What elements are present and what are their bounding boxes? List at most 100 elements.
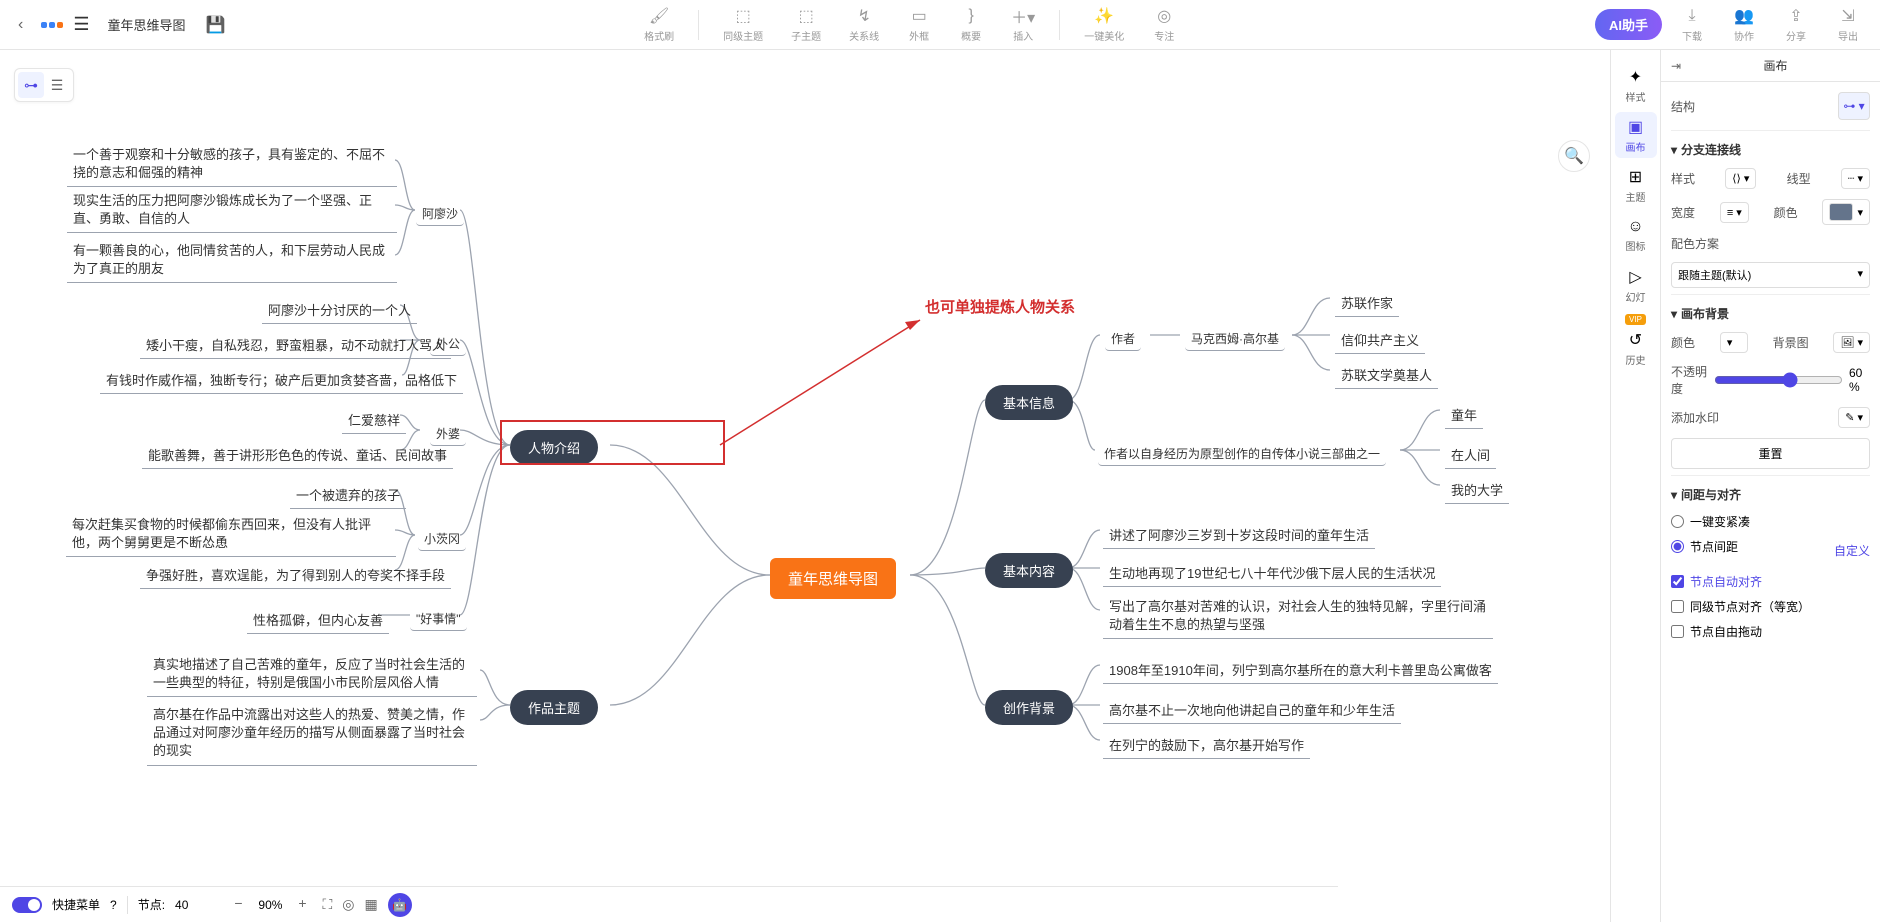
help-icon[interactable]: ? bbox=[110, 898, 117, 912]
leaf-node[interactable]: 阿廖沙十分讨厌的一个人 bbox=[262, 296, 417, 324]
bg-color-selector[interactable]: ▾ bbox=[1720, 332, 1748, 353]
side-tabs: ✦样式 ▣画布 ⊞主题 ☺图标 ▷幻灯 VIP ↺历史 bbox=[1610, 50, 1660, 922]
leaf-node[interactable]: 一个被遗弃的孩子 bbox=[290, 481, 406, 509]
tab-icons[interactable]: ☺图标 bbox=[1615, 212, 1657, 258]
fit-screen-icon[interactable]: ⛶ bbox=[322, 896, 332, 913]
sub-haoshiqing[interactable]: "好事情" bbox=[410, 607, 467, 631]
panel-title: 画布 bbox=[1681, 57, 1870, 74]
peer-topic-button[interactable]: ⬚同级主题 bbox=[713, 2, 773, 47]
zoom-in-button[interactable]: + bbox=[292, 895, 312, 915]
leaf-node[interactable]: 性格孤僻，但内心友善 bbox=[247, 606, 389, 634]
branch-background[interactable]: 创作背景 bbox=[985, 690, 1073, 725]
leaf-node[interactable]: 每次赶集买食物的时候都偷东西回来，但没有人批评他，两个舅舅更是不断怂恿 bbox=[66, 512, 396, 557]
summary-button[interactable]: }概要 bbox=[949, 2, 993, 47]
menu-button[interactable]: ☰ bbox=[73, 14, 89, 35]
leaf-node[interactable]: 在人间 bbox=[1445, 441, 1496, 469]
spacing-section-title[interactable]: ▾ 间距与对齐 bbox=[1671, 486, 1870, 503]
color-scheme-select[interactable]: 跟随主题(默认)▾ bbox=[1671, 262, 1870, 288]
leaf-node[interactable]: 写出了高尔基对苦难的认识，对社会人生的独特见解，字里行间涌动着生生不息的热望与坚… bbox=[1103, 594, 1493, 639]
leaf-node[interactable]: 现实生活的压力把阿廖沙锻炼成长为了一个坚强、正直、勇敢、自信的人 bbox=[67, 188, 397, 233]
back-button[interactable]: ‹ bbox=[10, 12, 31, 38]
leaf-node[interactable]: 苏联作家 bbox=[1335, 289, 1399, 317]
document-title[interactable]: 童年思维导图 bbox=[107, 15, 185, 34]
leaf-node[interactable]: 童年 bbox=[1445, 401, 1483, 429]
sub-trilogy[interactable]: 作者以自身经历为原型创作的自传体小说三部曲之一 bbox=[1098, 442, 1386, 466]
branch-content[interactable]: 基本内容 bbox=[985, 553, 1073, 588]
locate-icon[interactable]: ◎ bbox=[342, 896, 354, 913]
leaf-node[interactable]: 讲述了阿廖沙三岁到十岁这段时间的童年生活 bbox=[1103, 521, 1375, 549]
collapse-panel-icon[interactable]: ⇥ bbox=[1671, 59, 1681, 73]
leaf-node[interactable]: 信仰共产主义 bbox=[1335, 326, 1425, 354]
leaf-node[interactable]: 一个善于观察和十分敏感的孩子，具有鉴定的、不屈不挠的意志和倔强的精神 bbox=[67, 142, 397, 187]
custom-spacing-link[interactable]: 自定义 bbox=[1834, 542, 1870, 559]
leaf-node[interactable]: 1908年至1910年间，列宁到高尔基所在的意大利卡普里岛公寓做客 bbox=[1103, 656, 1498, 684]
watermark-selector[interactable]: ✎ ▾ bbox=[1838, 407, 1870, 428]
child-topic-button[interactable]: ⬚子主题 bbox=[781, 2, 831, 47]
sub-xiaocigang[interactable]: 小茨冈 bbox=[418, 527, 466, 551]
format-painter-button[interactable]: 🖌格式刷 bbox=[634, 2, 684, 47]
tab-canvas[interactable]: ▣画布 bbox=[1615, 112, 1657, 158]
free-drag-check[interactable]: 节点自由拖动 bbox=[1671, 623, 1870, 640]
tab-theme[interactable]: ⊞主题 bbox=[1615, 162, 1657, 208]
line-style-selector[interactable]: ⟨⟩ ▾ bbox=[1725, 168, 1756, 189]
sub-author[interactable]: 作者 bbox=[1105, 327, 1141, 351]
branch-basic-info[interactable]: 基本信息 bbox=[985, 385, 1073, 420]
leaf-node[interactable]: 在列宁的鼓励下，高尔基开始写作 bbox=[1103, 731, 1310, 759]
branch-character-intro[interactable]: 人物介绍 bbox=[510, 430, 598, 465]
export-button[interactable]: ⇲导出 bbox=[1826, 2, 1870, 47]
peer-align-check[interactable]: 同级节点对齐（等宽） bbox=[1671, 598, 1870, 615]
relation-button[interactable]: ↯关系线 bbox=[839, 2, 889, 47]
node-spacing-radio[interactable]: 节点间距 bbox=[1671, 538, 1738, 555]
auto-align-check[interactable]: 节点自动对齐 bbox=[1671, 573, 1870, 590]
structure-selector[interactable]: ⊶ ▾ bbox=[1838, 92, 1870, 120]
annotation-text: 也可单独提炼人物关系 bbox=[925, 296, 1075, 317]
bg-image-selector[interactable]: 🖼 ▾ bbox=[1833, 332, 1870, 353]
leaf-node[interactable]: 真实地描述了自己苦难的童年，反应了当时社会生活的一些典型的特征，特别是俄国小市民… bbox=[147, 652, 477, 697]
sub-aliaosha[interactable]: 阿廖沙 bbox=[416, 202, 464, 226]
leaf-node[interactable]: 有钱时作威作福，独断专行；破产后更加贪婪吝啬，品格低下 bbox=[100, 366, 463, 394]
shortcut-toggle[interactable] bbox=[12, 897, 42, 913]
line-type-selector[interactable]: ┈ ▾ bbox=[1841, 168, 1870, 189]
focus-button[interactable]: ◎专注 bbox=[1142, 2, 1186, 47]
beautify-button[interactable]: ✨一键美化 bbox=[1074, 2, 1134, 47]
line-color-selector[interactable]: ▾ bbox=[1822, 199, 1870, 225]
center-node[interactable]: 童年思维导图 bbox=[770, 558, 896, 599]
leaf-node[interactable]: 矮小干瘦，自私残忍，野蛮粗暴，动不动就打人骂人 bbox=[140, 331, 451, 359]
right-panel: ⇥ 画布 结构 ⊶ ▾ ▾ 分支连接线 样式 ⟨⟩ ▾ 线型 ┈ ▾ bbox=[1660, 50, 1880, 922]
opacity-slider[interactable] bbox=[1714, 372, 1843, 388]
leaf-node[interactable]: 我的大学 bbox=[1445, 476, 1509, 504]
collaborate-button[interactable]: 👥协作 bbox=[1722, 2, 1766, 47]
branch-theme[interactable]: 作品主题 bbox=[510, 690, 598, 725]
leaf-node[interactable]: 争强好胜，喜欢逞能，为了得到别人的夸奖不择手段 bbox=[140, 561, 451, 589]
app-logo[interactable] bbox=[41, 22, 63, 28]
nodes-label: 节点: bbox=[138, 896, 165, 913]
insert-button[interactable]: ＋▾插入 bbox=[1001, 2, 1045, 47]
tab-history[interactable]: ↺历史 bbox=[1615, 325, 1657, 371]
tab-style[interactable]: ✦样式 bbox=[1615, 62, 1657, 108]
canvas[interactable]: ⊶ ☰ 🔍 bbox=[0, 50, 1610, 922]
leaf-node[interactable]: 苏联文学奠基人 bbox=[1335, 361, 1438, 389]
reset-button[interactable]: 重置 bbox=[1671, 438, 1870, 469]
leaf-node[interactable]: 仁爱慈祥 bbox=[342, 406, 406, 434]
download-button[interactable]: ⤓下载 bbox=[1670, 2, 1714, 47]
share-button[interactable]: ⇪分享 bbox=[1774, 2, 1818, 47]
frame-button[interactable]: ▭外框 bbox=[897, 2, 941, 47]
tab-slide[interactable]: ▷幻灯 bbox=[1615, 262, 1657, 308]
bot-icon[interactable]: 🤖 bbox=[388, 893, 412, 917]
leaf-node[interactable]: 生动地再现了19世纪七八十年代沙俄下层人民的生活状况 bbox=[1103, 559, 1441, 587]
sub-author-name[interactable]: 马克西姆·高尔基 bbox=[1185, 327, 1285, 351]
leaf-node[interactable]: 能歌善舞，善于讲形形色色的传说、童话、民间故事 bbox=[142, 441, 453, 469]
line-width-selector[interactable]: ≡ ▾ bbox=[1720, 202, 1749, 223]
leaf-node[interactable]: 高尔基在作品中流露出对这些人的热爱、赞美之情，作品通过对阿廖沙童年经历的描写从侧… bbox=[147, 702, 477, 766]
zoom-value[interactable]: 90% bbox=[258, 898, 282, 912]
bg-section-title[interactable]: ▾ 画布背景 bbox=[1671, 305, 1870, 322]
save-icon[interactable]: 💾 bbox=[205, 15, 225, 35]
status-bar: 快捷菜单 ? 节点: 40 − 90% + ⛶ ◎ ▦ 🤖 bbox=[0, 886, 1338, 922]
leaf-node[interactable]: 高尔基不止一次地向他讲起自己的童年和少年生活 bbox=[1103, 696, 1401, 724]
zoom-out-button[interactable]: − bbox=[228, 895, 248, 915]
minimap-icon[interactable]: ▦ bbox=[364, 896, 377, 913]
branch-section-title[interactable]: ▾ 分支连接线 bbox=[1671, 141, 1870, 158]
leaf-node[interactable]: 有一颗善良的心，他同情贫苦的人，和下层劳动人民成为了真正的朋友 bbox=[67, 238, 397, 283]
ai-assistant-button[interactable]: AI助手 bbox=[1595, 9, 1662, 40]
compact-radio[interactable]: 一键变紧凑 bbox=[1671, 513, 1870, 530]
